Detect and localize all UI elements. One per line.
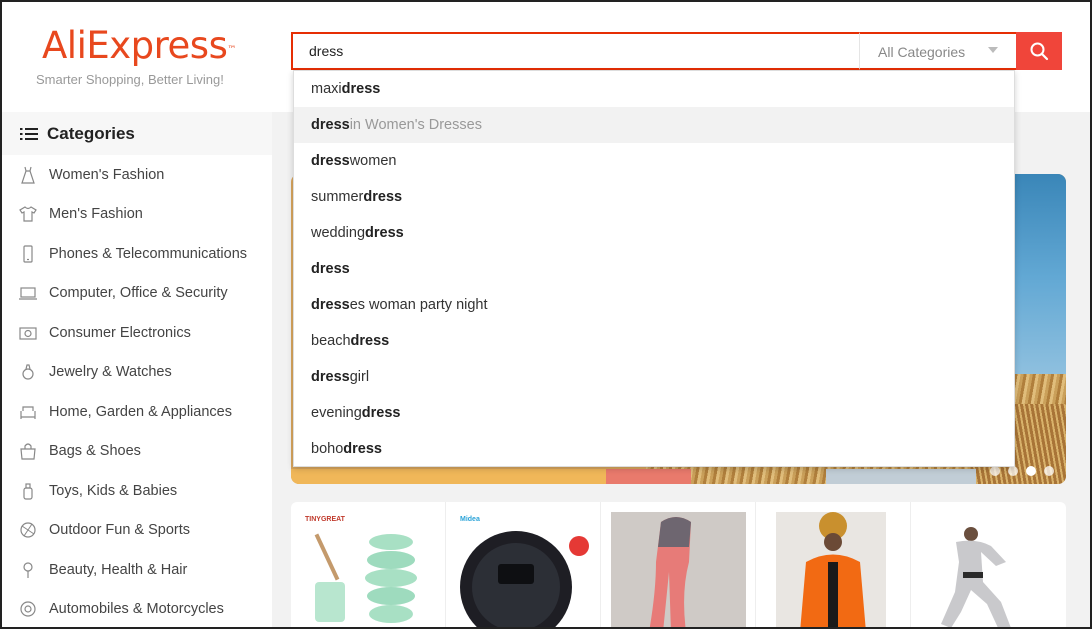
suggestion-item[interactable]: summer dress — [294, 179, 1014, 215]
banner-strip — [291, 469, 611, 484]
dress-icon — [21, 166, 35, 184]
category-item-beauty[interactable]: Beauty, Health & Hair — [2, 550, 272, 590]
search-button[interactable] — [1016, 32, 1062, 70]
phone-icon — [23, 245, 33, 263]
product-card[interactable]: TINYGREAT — [291, 502, 446, 627]
category-label: Home, Garden & Appliances — [49, 403, 232, 420]
product-card[interactable] — [601, 502, 756, 627]
wheel-icon — [20, 601, 36, 617]
category-item-toys[interactable]: Toys, Kids & Babies — [2, 471, 272, 511]
category-item-phones[interactable]: Phones & Telecommunications — [2, 234, 272, 274]
category-label: Outdoor Fun & Sports — [49, 522, 191, 539]
category-label: Toys, Kids & Babies — [49, 482, 178, 499]
category-select-label: All Categories — [878, 44, 966, 60]
bottle-icon — [23, 483, 33, 500]
category-item-bags[interactable]: Bags & Shoes — [2, 432, 272, 472]
suggestion-item[interactable]: dress es woman party night — [294, 287, 1014, 323]
category-select[interactable]: All Categories — [859, 32, 1016, 70]
sofa-icon — [20, 406, 36, 419]
carousel-dots — [990, 466, 1054, 476]
search-icon — [1030, 42, 1049, 61]
category-label: Beauty, Health & Hair — [49, 561, 188, 578]
category-item-mens-fashion[interactable]: Men's Fashion — [2, 195, 272, 235]
product-card[interactable] — [756, 502, 911, 627]
category-list: Women's Fashion Men's Fashion Phones & T… — [2, 155, 272, 628]
suggestion-item-highlighted[interactable]: dress in Women's Dresses — [294, 107, 1014, 143]
bag-icon — [20, 443, 36, 460]
categories-title: Categories — [47, 123, 135, 143]
suggestion-item[interactable]: evening dress — [294, 395, 1014, 431]
suggestion-item[interactable]: maxi dress — [294, 71, 1014, 107]
product-image — [611, 512, 746, 627]
suggestion-item[interactable]: boho dress — [294, 431, 1014, 467]
category-item-outdoor[interactable]: Outdoor Fun & Sports — [2, 511, 272, 551]
category-label: Women's Fashion — [49, 166, 165, 183]
logo-tagline: Smarter Shopping, Better Living! — [36, 72, 224, 87]
caret-down-icon — [988, 47, 998, 53]
product-row: TINYGREAT Midea — [291, 502, 1066, 627]
brush-icon — [23, 562, 33, 578]
product-image — [941, 527, 1011, 627]
category-item-home[interactable]: Home, Garden & Appliances — [2, 392, 272, 432]
logo-wordmark: AliExpress™ — [42, 24, 236, 67]
banner-strip — [826, 469, 976, 484]
search-bar: All Categories — [291, 32, 1062, 70]
product-brand: TINYGREAT — [305, 516, 345, 523]
category-label: Phones & Telecommunications — [49, 245, 248, 262]
suggestion-item[interactable]: wedding dress — [294, 215, 1014, 251]
carousel-dot[interactable] — [990, 466, 1000, 476]
category-item-computer[interactable]: Computer, Office & Security — [2, 274, 272, 314]
product-card[interactable]: Midea — [446, 502, 601, 627]
shirt-icon — [19, 206, 37, 222]
search-suggestions: maxi dress dress in Women's Dresses dres… — [293, 70, 1015, 467]
suggestion-item[interactable]: dress women — [294, 143, 1014, 179]
laptop-icon — [19, 287, 37, 300]
category-label: Consumer Electronics — [49, 324, 191, 341]
category-item-jewelry[interactable]: Jewelry & Watches — [2, 353, 272, 393]
category-label: Computer, Office & Security — [49, 285, 228, 302]
banner-strip — [606, 469, 691, 484]
aliexpress-logo[interactable]: AliExpress™ Smarter Shopping, Better Liv… — [36, 24, 242, 96]
suggestion-item[interactable]: dress girl — [294, 359, 1014, 395]
category-label: Automobiles & Motorcycles — [49, 601, 224, 618]
carousel-dot-active[interactable] — [1026, 466, 1036, 476]
category-item-womens-fashion[interactable]: Women's Fashion — [2, 155, 272, 195]
list-icon — [20, 127, 38, 140]
category-label: Jewelry & Watches — [49, 364, 172, 381]
product-image — [776, 512, 886, 627]
product-card[interactable] — [911, 502, 1066, 627]
app-frame: AliExpress™ Smarter Shopping, Better Liv… — [0, 0, 1092, 629]
search-input[interactable] — [291, 32, 861, 70]
suggestion-item[interactable]: beach dress — [294, 323, 1014, 359]
carousel-dot[interactable] — [1008, 466, 1018, 476]
categories-header: Categories — [2, 112, 272, 155]
category-label: Men's Fashion — [49, 206, 143, 223]
category-item-electronics[interactable]: Consumer Electronics — [2, 313, 272, 353]
product-brand: Midea — [460, 516, 480, 523]
ball-icon — [20, 522, 36, 538]
camera-icon — [19, 327, 37, 340]
category-label: Bags & Shoes — [49, 443, 141, 460]
category-sidebar: Categories Women's Fashion Men's Fashion… — [2, 112, 272, 628]
suggestion-item[interactable]: dress — [294, 251, 1014, 287]
category-item-automobiles[interactable]: Automobiles & Motorcycles — [2, 590, 272, 628]
carousel-dot[interactable] — [1044, 466, 1054, 476]
ring-icon — [22, 364, 34, 380]
